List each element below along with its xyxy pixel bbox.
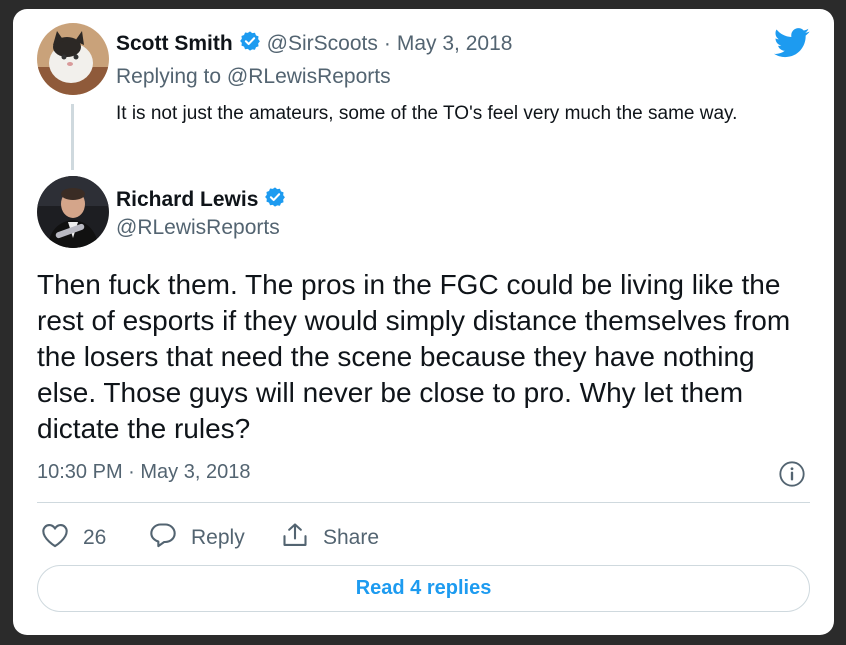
reply-author-handle[interactable]: @SirScoots <box>267 32 378 56</box>
info-icon[interactable] <box>778 460 806 488</box>
richard-lewis-avatar[interactable] <box>37 176 109 248</box>
read-replies-label: Read 4 replies <box>355 577 492 599</box>
replying-to-line: Replying to @RLewisReports <box>116 65 391 89</box>
main-author-name[interactable]: Richard Lewis <box>116 188 258 212</box>
replying-to-handle[interactable]: @RLewisReports <box>227 65 391 88</box>
main-tweet-header: Richard Lewis <box>116 186 286 213</box>
main-tweet-text: Then fuck them. The pros in the FGC coul… <box>37 269 791 444</box>
twitter-bird-icon[interactable] <box>774 28 810 58</box>
scott-smith-avatar[interactable] <box>37 23 109 95</box>
like-count: 26 <box>83 526 107 549</box>
reply-author-name[interactable]: Scott Smith <box>116 32 233 56</box>
reply-tweet-header: Scott Smith @SirScoots · May 3, 2018 <box>116 30 512 57</box>
comment-bubble-icon <box>149 522 177 554</box>
like-button[interactable]: 26 <box>41 522 106 554</box>
verified-badge-icon <box>264 186 286 213</box>
reply-label: Reply <box>191 526 245 549</box>
share-label: Share <box>323 526 380 549</box>
divider <box>37 502 810 503</box>
thread-connector-line <box>71 104 74 170</box>
read-replies-button[interactable]: Read 4 replies <box>37 565 810 612</box>
tweet-timestamp[interactable]: 10:30 PM · May 3, 2018 <box>37 461 250 484</box>
verified-badge-icon <box>239 30 261 57</box>
reply-button[interactable]: Reply <box>149 522 245 554</box>
meta-separator: · <box>383 31 391 55</box>
replying-to-prefix: Replying to <box>116 65 222 88</box>
tweet-embed-card: Scott Smith @SirScoots · May 3, 2018 Rep… <box>13 9 834 635</box>
main-author-handle[interactable]: @RLewisReports <box>116 216 280 240</box>
heart-icon <box>41 522 69 554</box>
reply-date[interactable]: May 3, 2018 <box>397 32 513 56</box>
reply-tweet-text: It is not just the amateurs, some of the… <box>116 103 738 124</box>
share-button[interactable]: Share <box>281 522 379 554</box>
share-icon <box>281 522 309 554</box>
